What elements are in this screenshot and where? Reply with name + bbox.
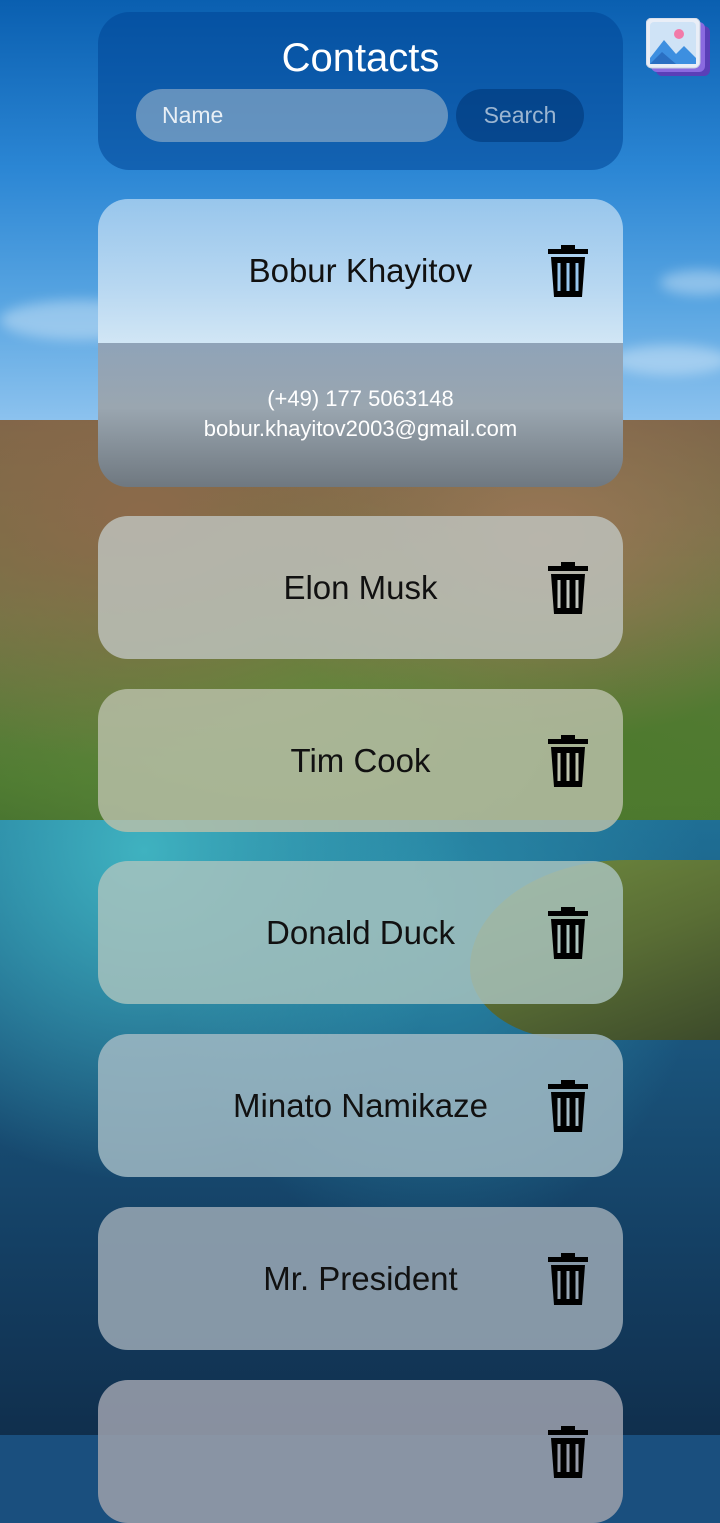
header-panel: Contacts Search <box>98 12 623 170</box>
trash-icon[interactable] <box>546 733 590 789</box>
contact-name <box>98 1380 623 1523</box>
search-button[interactable]: Search <box>456 89 584 142</box>
contact-name: Minato Namikaze <box>233 1086 488 1124</box>
contact-card[interactable]: Minato Namikaze <box>98 1034 623 1177</box>
contact-card[interactable]: Donald Duck <box>98 861 623 1004</box>
trash-icon[interactable] <box>546 243 590 299</box>
contact-card[interactable]: Elon Musk <box>98 516 623 659</box>
contact-card[interactable] <box>98 1380 623 1523</box>
contact-email: bobur.khayitov2003@gmail.com <box>203 416 518 441</box>
name-input[interactable] <box>136 89 448 142</box>
trash-icon[interactable] <box>546 1424 590 1480</box>
contact-name: Mr. President <box>263 1259 458 1297</box>
contact-details-panel <box>98 343 623 487</box>
contact-card[interactable]: Tim Cook <box>98 689 623 832</box>
trash-icon[interactable] <box>546 560 590 616</box>
gallery-icon[interactable] <box>645 17 710 78</box>
page-title: Contacts <box>281 36 440 80</box>
contact-name: Bobur Khayitov <box>248 251 473 289</box>
contact-name: Tim Cook <box>290 741 431 779</box>
contact-name: Elon Musk <box>283 568 438 606</box>
cloud <box>610 345 720 375</box>
trash-icon[interactable] <box>546 1251 590 1307</box>
contact-card-expanded[interactable]: Bobur Khayitov (+49) 177 5063148 bobur.k… <box>98 199 623 487</box>
trash-icon[interactable] <box>546 1078 590 1134</box>
contact-card[interactable]: Mr. President <box>98 1207 623 1350</box>
contact-phone: (+49) 177 5063148 <box>267 386 454 411</box>
contact-name: Donald Duck <box>266 913 455 951</box>
trash-icon[interactable] <box>546 905 590 961</box>
